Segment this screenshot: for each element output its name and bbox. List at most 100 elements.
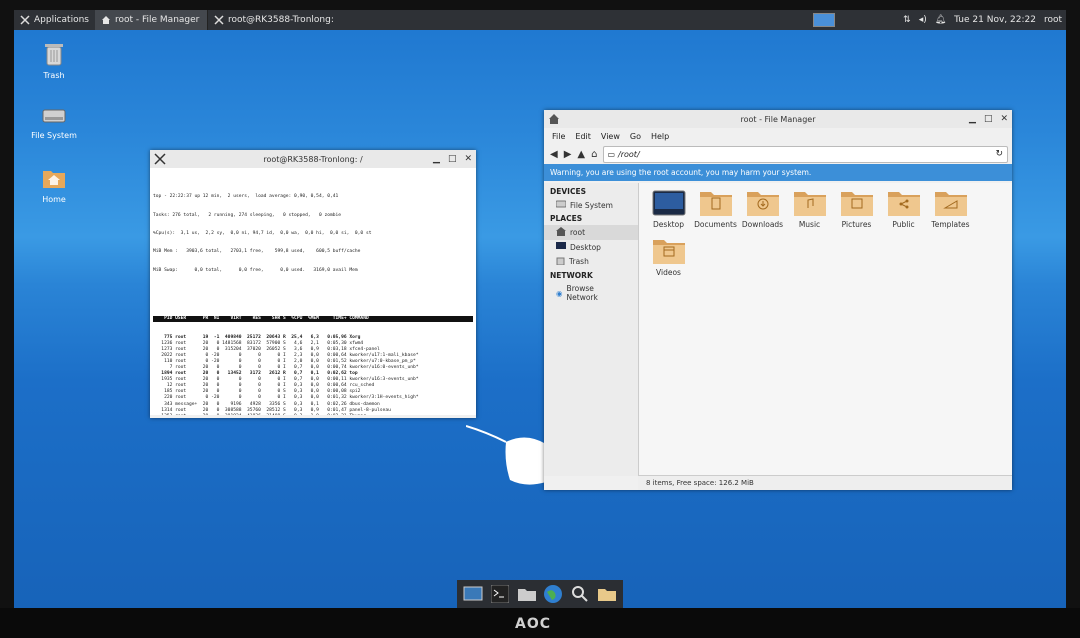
file-view[interactable]: Desktop Documents Downloads Music Pictures Pu… <box>639 183 1012 476</box>
file-manager-icon[interactable] <box>516 583 538 605</box>
notification-icon[interactable]: 🔔︎ <box>935 15 946 25</box>
navigation-toolbar: ◀ ▶ ▲ ⌂ ▭ /root/ ↻ <box>544 144 1012 164</box>
file-item-templates[interactable]: Templates <box>927 189 974 229</box>
terminal-icon <box>214 15 224 25</box>
maximize-button[interactable]: □ <box>448 154 457 164</box>
file-item-videos[interactable]: Videos <box>645 237 692 277</box>
maximize-button[interactable]: □ <box>984 114 993 124</box>
desktop-folder-icon <box>652 189 686 217</box>
window-title: root@RK3588-Tronlong: / <box>263 154 363 164</box>
terminal-window[interactable]: root@RK3588-Tronlong: / ▁ □ ✕ top - 22:2… <box>150 150 476 418</box>
sidebar-item-label: Desktop <box>570 242 601 252</box>
desktop-trash[interactable]: Trash <box>24 42 84 80</box>
location-bar[interactable]: ▭ /root/ ↻ <box>603 145 1008 163</box>
forward-arrow-icon[interactable]: ▶ <box>564 149 572 160</box>
file-item-public[interactable]: Public <box>880 189 927 229</box>
drive-icon <box>24 104 84 128</box>
pictures-folder-icon <box>840 189 874 217</box>
summary-line: MiB Swap: 0,0 total, 0,0 free, 0,0 used.… <box>153 267 358 273</box>
sidebar-item-root[interactable]: root <box>544 225 638 240</box>
path-text: /root/ <box>618 149 640 159</box>
app-finder-icon[interactable] <box>569 583 591 605</box>
up-arrow-icon[interactable]: ▲ <box>577 149 585 160</box>
root-warning-banner: Warning, you are using the root account,… <box>544 164 1012 181</box>
file-item-label: Templates <box>931 220 970 229</box>
panel-tray: ⇅ ◂) 🔔︎ Tue 21 Nov, 22:22 root <box>813 10 1062 30</box>
terminal-output[interactable]: top - 22:22:37 up 12 min, 2 users, load … <box>150 168 476 415</box>
task-label: root@RK3588-Tronlong: / <box>227 15 335 25</box>
dock <box>457 580 623 608</box>
show-desktop-icon[interactable] <box>462 583 484 605</box>
file-item-desktop[interactable]: Desktop <box>645 189 692 229</box>
menu-edit[interactable]: Edit <box>575 132 591 141</box>
task-label: root - File Manager <box>114 15 200 25</box>
task-terminal[interactable]: root@RK3588-Tronlong: / <box>208 10 335 30</box>
sidebar-section-places: PLACES <box>550 214 583 223</box>
file-manager-window[interactable]: root - File Manager ▁ □ ✕ File Edit View… <box>544 110 1012 490</box>
menu-view[interactable]: View <box>601 132 620 141</box>
desktop-home[interactable]: Home <box>24 166 84 204</box>
sidebar-item-label: root <box>570 228 586 237</box>
file-item-music[interactable]: Music <box>786 189 833 229</box>
trash-icon <box>556 256 565 267</box>
file-grid: Desktop Documents Downloads Music Pictures Pu… <box>645 189 1005 277</box>
minimize-button[interactable]: ▁ <box>969 114 976 124</box>
network-icon: ◉ <box>556 288 563 298</box>
folder-icon[interactable] <box>596 583 618 605</box>
volume-icon[interactable]: ◂) <box>919 15 927 25</box>
clock[interactable]: Tue 21 Nov, 22:22 <box>954 15 1036 25</box>
file-item-downloads[interactable]: Downloads <box>739 189 786 229</box>
user-name[interactable]: root <box>1044 15 1062 25</box>
sidebar-item-label: Trash <box>569 257 589 266</box>
file-manager-titlebar[interactable]: root - File Manager ▁ □ ✕ <box>544 110 1012 128</box>
close-button[interactable]: ✕ <box>464 154 472 164</box>
window-title: root - File Manager <box>740 114 816 124</box>
network-icon[interactable]: ⇅ <box>903 15 911 25</box>
sidebar-item-label: Browse Network <box>566 284 598 302</box>
workspace-switcher[interactable] <box>813 13 836 27</box>
web-browser-icon[interactable] <box>542 583 564 605</box>
file-item-pictures[interactable]: Pictures <box>833 189 880 229</box>
applications-menu[interactable]: Applications <box>14 10 95 30</box>
public-folder-icon <box>887 189 921 217</box>
monitor-brand-logo: AOC <box>515 616 552 632</box>
drive-icon <box>555 200 567 210</box>
menu-bar: File Edit View Go Help <box>544 128 1012 144</box>
task-file-manager[interactable]: root - File Manager <box>94 10 208 30</box>
home-icon[interactable]: ⌂ <box>591 149 597 160</box>
minimize-button[interactable]: ▁ <box>433 154 440 164</box>
close-button[interactable]: ✕ <box>1000 114 1008 124</box>
sidebar-item-trash[interactable]: Trash <box>544 254 638 269</box>
applications-label: Applications <box>34 15 89 25</box>
documents-folder-icon <box>699 189 733 217</box>
sidebar-section-devices: DEVICES <box>550 187 586 196</box>
file-manager-body: DEVICES File System PLACES root Desktop … <box>544 183 1012 476</box>
reload-icon[interactable]: ↻ <box>995 149 1003 159</box>
desktop-file-system[interactable]: File System <box>24 104 84 140</box>
xfce-mouse-icon <box>20 15 30 25</box>
desktop-icon-label: Trash <box>43 71 65 80</box>
back-arrow-icon[interactable]: ◀ <box>550 149 558 160</box>
file-item-label: Documents <box>694 220 737 229</box>
status-bar: 8 items, Free space: 126.2 MiB <box>638 475 1012 490</box>
sidebar-item-desktop[interactable]: Desktop <box>544 240 638 254</box>
home-icon <box>101 15 111 25</box>
folder-icon: ▭ <box>607 149 616 159</box>
sidebar-section-network: NETWORK <box>550 271 593 280</box>
top-summary: top - 22:22:37 up 12 min, 2 users, load … <box>153 182 473 304</box>
file-item-label: Videos <box>656 268 681 277</box>
sidebar: DEVICES File System PLACES root Desktop … <box>544 183 639 476</box>
menu-go[interactable]: Go <box>630 132 641 141</box>
terminal-titlebar[interactable]: root@RK3588-Tronlong: / ▁ □ ✕ <box>150 150 476 168</box>
file-item-documents[interactable]: Documents <box>692 189 739 229</box>
file-item-label: Desktop <box>653 220 684 229</box>
terminal-icon[interactable] <box>489 583 511 605</box>
file-item-label: Downloads <box>741 220 784 229</box>
menu-file[interactable]: File <box>552 132 565 141</box>
trash-icon <box>24 42 84 68</box>
desktop-screen: Applications root - File Manager root@RK… <box>14 10 1066 608</box>
sidebar-item-file-system[interactable]: File System <box>544 198 638 212</box>
sidebar-item-browse-network[interactable]: ◉ Browse Network <box>544 282 638 304</box>
desktop-icon-label: Home <box>42 195 66 204</box>
menu-help[interactable]: Help <box>651 132 669 141</box>
